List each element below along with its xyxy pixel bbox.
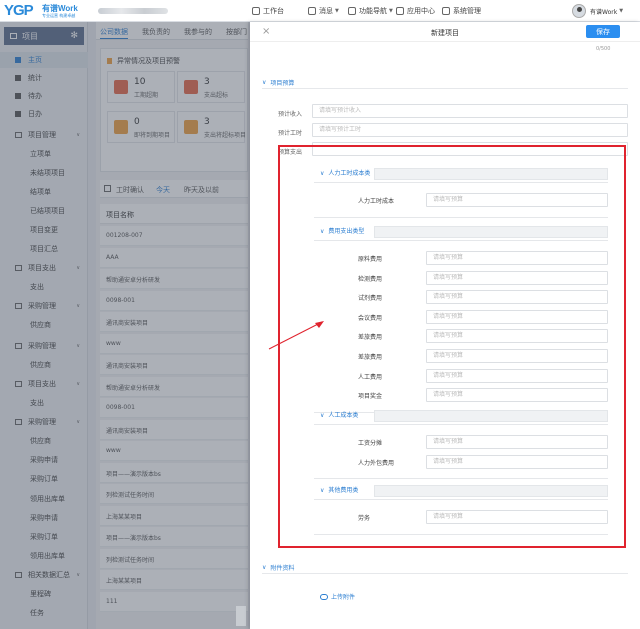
avatar xyxy=(572,4,586,18)
chevron-down-icon: ▼ xyxy=(335,8,339,14)
topnav-item[interactable]: 系统管理 xyxy=(442,5,481,17)
section-attach-header[interactable]: ∨ 附件资料 xyxy=(262,563,294,572)
topnav-label: 应用中心 xyxy=(407,7,435,15)
chevron-down-icon: ∨ xyxy=(262,564,267,571)
divider xyxy=(262,88,628,89)
brand-slogan: 专业运营 构建卓越 xyxy=(42,13,76,18)
modal-overlay[interactable] xyxy=(0,22,250,629)
gear-icon xyxy=(442,7,450,15)
cloud-upload-icon xyxy=(320,593,328,600)
chevron-down-icon: ▼ xyxy=(619,8,624,14)
blurred-company-name xyxy=(98,8,168,14)
topnav-label: 工作台 xyxy=(263,7,284,15)
grid-icon xyxy=(396,7,404,15)
upload-attachment-link[interactable]: 上传附件 xyxy=(320,592,355,601)
highlight-box xyxy=(278,145,626,548)
expected-income-label: 预计收入 xyxy=(278,111,303,118)
topnav-label: 系统管理 xyxy=(453,7,481,15)
logo-mark: YGP xyxy=(4,2,34,19)
topnav-label: 消息 xyxy=(319,7,333,15)
topnav-item[interactable]: 功能导航 ▼ xyxy=(348,5,393,17)
expected-hours-label: 预计工时 xyxy=(278,130,303,137)
compass-icon xyxy=(348,7,356,15)
divider xyxy=(262,573,628,574)
drawer-header: × 新建项目 保存 xyxy=(250,22,640,42)
monitor-icon xyxy=(252,7,260,15)
scrollbar[interactable] xyxy=(236,606,246,626)
save-button[interactable]: 保存 xyxy=(586,25,620,38)
expected-income-input[interactable]: 请填写预计收入 xyxy=(312,104,628,118)
user-name: 有谱Work xyxy=(590,8,618,16)
bell-icon xyxy=(308,7,316,15)
drawer-title: 新建项目 xyxy=(431,29,459,37)
logo[interactable]: YGP 有谱Work 专业运营 构建卓越 xyxy=(4,2,94,20)
section-budget-header[interactable]: ∨ 项目预算 xyxy=(262,78,294,87)
top-bar: YGP 有谱Work 专业运营 构建卓越 工作台 消息 ▼ 功能导航 ▼ 应用中心 系统管理… xyxy=(0,0,640,22)
chevron-down-icon: ▼ xyxy=(389,8,393,14)
topnav-item[interactable]: 工作台 xyxy=(252,5,284,17)
char-counter: 0/500 xyxy=(596,46,611,52)
expected-hours-input[interactable]: 请填写预计工时 xyxy=(312,123,628,137)
topnav-item[interactable]: 消息 ▼ xyxy=(308,5,339,17)
user-menu[interactable]: 有谱Work ▼ xyxy=(572,3,623,19)
topnav-item[interactable]: 应用中心 xyxy=(396,5,435,17)
chevron-down-icon: ∨ xyxy=(262,79,267,86)
topnav-label: 功能导航 xyxy=(359,7,387,15)
